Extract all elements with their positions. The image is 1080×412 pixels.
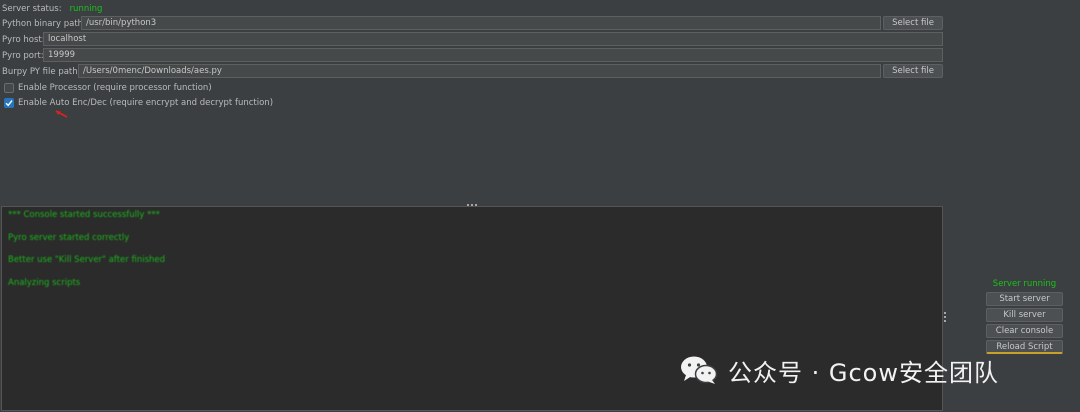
checkmark-icon <box>5 99 13 106</box>
side-splitter-handle[interactable] <box>943 310 947 324</box>
wechat-logo-icon <box>681 356 718 384</box>
pyro-host-input[interactable]: localhost <box>43 32 943 46</box>
vertical-drag-dots-icon <box>944 312 946 322</box>
server-status-row: Server status: running <box>2 1 102 16</box>
enable-auto-encdec-option[interactable]: Enable Auto Enc/Dec (require encrypt and… <box>4 96 273 109</box>
start-server-button[interactable]: Start server <box>986 292 1063 306</box>
splitter-handle[interactable] <box>466 200 478 206</box>
server-status-label: Server status: <box>2 3 62 14</box>
burpy-py-row: Burpy PY file path: <box>2 64 81 79</box>
enable-auto-encdec-checkbox[interactable] <box>4 97 14 108</box>
server-running-status: Server running <box>992 279 1057 289</box>
python-binary-input[interactable]: /usr/bin/python3 <box>81 16 881 30</box>
pyro-port-input[interactable]: 19999 <box>43 48 943 62</box>
burpy-py-select-file-button[interactable]: Select file <box>883 64 943 78</box>
enable-processor-checkbox[interactable] <box>4 82 14 93</box>
enable-auto-encdec-label: Enable Auto Enc/Dec (require encrypt and… <box>18 97 274 108</box>
watermark: 公众号 · Gcow安全团队 <box>680 352 999 388</box>
pyro-port-label: Pyro port: <box>2 50 44 61</box>
enable-processor-label: Enable Processor (require processor func… <box>18 82 212 93</box>
console-line: *** Console started successfully *** <box>8 210 160 220</box>
burpy-py-label: Burpy PY file path: <box>2 66 81 77</box>
clear-console-button[interactable]: Clear console <box>986 324 1063 338</box>
console-line: Pyro server started correctly <box>8 233 130 243</box>
pyro-port-row: Pyro port: <box>2 48 44 63</box>
python-binary-label: Python binary path: <box>2 18 86 29</box>
console-line: Better use "Kill Server" after finished <box>8 255 166 265</box>
burpy-py-input[interactable]: /Users/0menc/Downloads/aes.py <box>78 64 881 78</box>
python-binary-row: Python binary path: <box>2 16 86 31</box>
pyro-host-label: Pyro host: <box>2 34 45 45</box>
watermark-text: 公众号 · Gcow安全团队 <box>728 358 999 387</box>
pyro-host-row: Pyro host: <box>2 32 45 47</box>
red-arrow-annotation-icon <box>55 110 68 118</box>
server-status-value: running <box>69 3 103 14</box>
python-binary-select-file-button[interactable]: Select file <box>883 16 943 30</box>
enable-processor-option[interactable]: Enable Processor (require processor func… <box>4 81 212 94</box>
console-line: Analyzing scripts <box>8 278 81 288</box>
kill-server-button[interactable]: Kill server <box>986 308 1063 322</box>
